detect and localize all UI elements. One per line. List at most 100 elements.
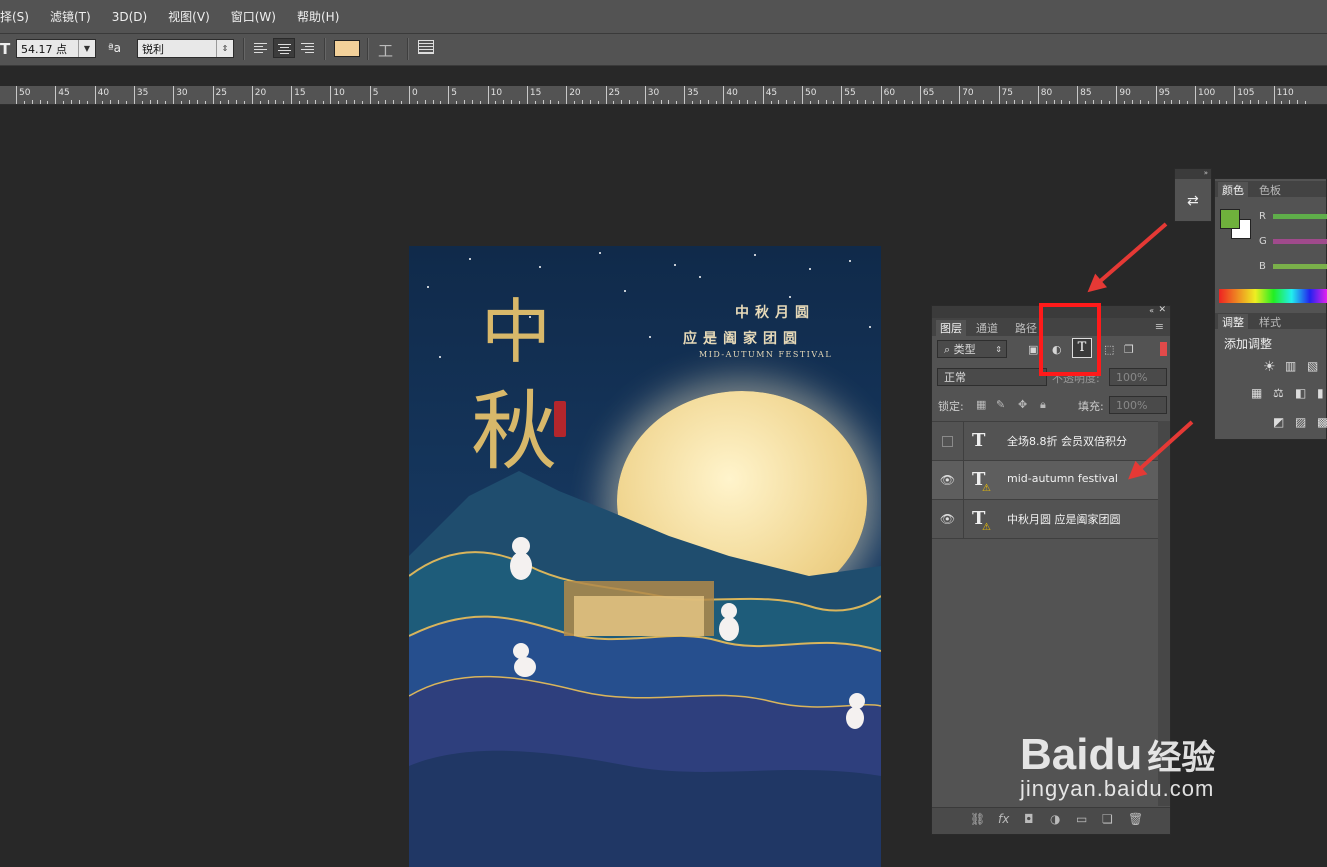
chevron-down-icon[interactable]: ▼ [78,40,95,57]
panels-toggle-icon[interactable] [418,40,434,54]
visibility-toggle[interactable]: 👁︎ [932,500,964,538]
ruler-label: 50 [805,88,817,98]
tab-color[interactable]: 颜色 [1218,182,1248,198]
pixel-filter-icon[interactable]: ▣ [1028,343,1038,356]
collapse-icon[interactable]: « [1149,306,1154,315]
ruler-minor-tick [574,101,576,104]
b-slider[interactable] [1273,264,1327,269]
invert-icon[interactable]: ◩ [1273,415,1284,429]
lock-transparent-icon[interactable]: ▦ [976,398,986,411]
text-color-swatch[interactable] [334,40,360,57]
layer-row[interactable]: 👁︎ T ⚠ 中秋月圆 应是阖家团圆 [932,499,1158,539]
menu-help[interactable]: 帮助(H) [285,8,348,25]
shape-filter-icon[interactable]: ⬚ [1104,343,1114,356]
selective-color-icon[interactable]: ▩ [1317,415,1327,429]
ruler-minor-tick [699,100,701,104]
tab-channels[interactable]: 通道 [976,320,998,336]
foreground-color-swatch[interactable] [1220,209,1240,229]
fx-icon[interactable]: fx [998,812,1009,826]
ruler-label: 35 [136,88,149,98]
lock-all-icon[interactable]: 🔒︎ [1040,398,1046,412]
anti-alias-select[interactable]: 锐利 ⇕ [137,39,234,58]
tab-adjustments[interactable]: 调整 [1218,314,1248,330]
new-adjustment-icon[interactable]: ◑ [1050,812,1060,826]
ruler-minor-tick [63,101,65,104]
tab-paths[interactable]: 路径 [1015,320,1037,336]
menu-view[interactable]: 视图(V) [156,8,219,25]
ruler-label: 0 [412,88,418,98]
ruler-minor-tick [1171,100,1173,104]
menu-3d[interactable]: 3D(D) [100,10,156,24]
ruler-tick [762,86,764,104]
align-right-button[interactable] [297,38,319,58]
star [809,268,811,270]
color-spectrum[interactable] [1219,289,1327,303]
ruler-tick [16,86,17,104]
align-center-button[interactable] [273,38,295,58]
g-slider[interactable] [1273,239,1327,244]
document-canvas[interactable]: 中 秋 中秋月圆 应是阖家团圆 MID-AUTUMN FESTIVAL [409,246,881,867]
link-layers-icon[interactable]: ⛓ [970,812,985,826]
history-icon[interactable]: ⇄ [1187,193,1199,209]
ruler-minor-tick [770,101,772,104]
visibility-toggle[interactable]: 👁︎ [932,461,964,499]
visibility-toggle[interactable] [932,422,964,460]
layer-row[interactable]: T 全场8.8折 会员双倍积分 [932,421,1158,460]
smart-object-filter-icon[interactable]: ❐ [1124,343,1134,356]
ruler-minor-tick [118,100,120,104]
gradient-map-icon[interactable]: ▨ [1295,415,1306,429]
levels-icon[interactable]: ▥ [1285,359,1296,373]
brightness-icon[interactable]: ☀ [1263,359,1276,375]
tab-layers[interactable]: 图层 [936,320,966,336]
ruler-label: 45 [58,88,70,98]
menu-filter[interactable]: 滤镜(T) [38,8,100,25]
hue-icon[interactable]: ▦ [1251,386,1262,400]
lock-move-icon[interactable]: ✥ [1018,398,1027,411]
panel-menu-icon[interactable]: ≡ [1155,320,1164,333]
curves-icon[interactable]: ▧ [1307,359,1318,373]
opacity-value: 100% [1116,371,1148,384]
new-layer-icon[interactable]: ❏ [1102,812,1113,826]
filter-kind-select[interactable]: ⌕ 类型 ⇕ [937,340,1007,358]
add-mask-icon[interactable]: ◘ [1024,812,1034,826]
layer-row[interactable]: 👁︎ T ⚠ mid-autumn festival [932,460,1158,499]
ruler-minor-tick [1108,101,1110,104]
annotation-arrow [1096,222,1168,285]
fill-label: 填充: [1078,400,1104,413]
menu-select[interactable]: 择(S) [0,8,38,25]
close-icon[interactable]: ✕ [1158,305,1166,315]
layer-name: mid-autumn festival [1007,472,1118,485]
ruler-minor-tick [864,100,866,104]
photo-filter-icon[interactable]: ▮ [1317,386,1324,400]
r-slider[interactable] [1273,214,1327,219]
new-group-icon[interactable]: ▭ [1076,812,1087,826]
font-size-field[interactable]: 54.17 点 ▼ [16,39,96,58]
opacity-field[interactable]: 100% [1109,368,1167,386]
align-left-button[interactable] [250,38,272,58]
tab-styles[interactable]: 样式 [1259,314,1281,330]
ruler-minor-tick [542,100,544,104]
lock-brush-icon[interactable]: ✎ [996,398,1005,411]
balance-icon[interactable]: ⚖ [1273,386,1284,400]
ruler-minor-tick [754,101,756,104]
ruler-minor-tick [1187,101,1189,104]
warp-text-icon[interactable]: 工 [378,40,393,61]
ruler-minor-tick [298,101,300,104]
chevron-updown-icon[interactable]: ⇕ [216,40,233,57]
ruler-label: 10 [490,88,503,98]
bw-icon[interactable]: ◧ [1295,386,1306,400]
ruler-label: 105 [1237,88,1255,98]
filter-toggle[interactable] [1160,342,1167,356]
menu-window[interactable]: 窗口(W) [219,8,285,25]
tab-swatches[interactable]: 色板 [1259,182,1281,198]
blend-mode-select[interactable]: 正常 [937,368,1047,386]
ruler-minor-tick [1305,101,1307,104]
ruler-minor-tick [204,101,206,104]
ruler-minor-tick [817,100,819,104]
expand-icon[interactable]: » [1175,169,1211,179]
ruler-minor-tick [1006,101,1008,104]
ruler-label: 25 [608,88,620,98]
ruler-minor-tick [691,101,693,104]
fill-field[interactable]: 100% [1109,396,1167,414]
delete-layer-icon[interactable]: 🗑︎ [1128,812,1143,826]
